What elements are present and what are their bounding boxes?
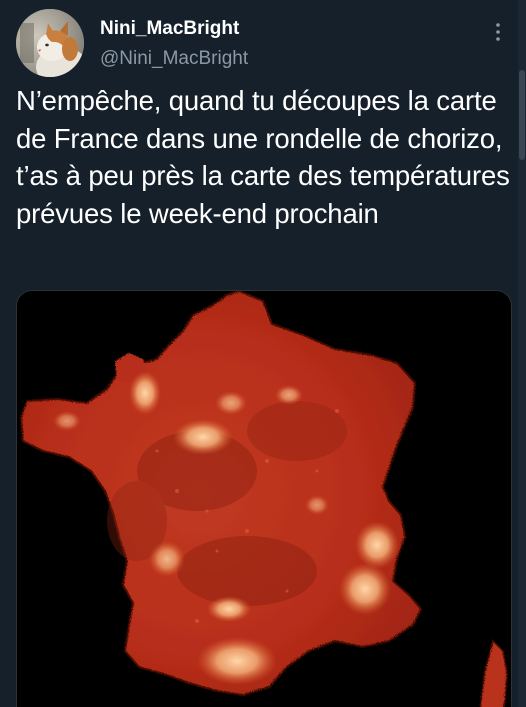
tweet: Nini_MacBright @Nini_MacBright N’empêche… [0,0,526,707]
more-vertical-icon [496,23,500,41]
tweet-media-image[interactable] [16,290,512,707]
avatar[interactable] [16,9,84,77]
more-options-button[interactable] [488,20,508,44]
tweet-text: N’empêche, quand tu découpes la carte de… [16,85,510,229]
france-map-chorizo-image [17,291,511,707]
author-handle[interactable]: @Nini_MacBright [100,47,248,71]
cat-avatar-icon [16,9,84,77]
scrollbar[interactable] [518,0,526,707]
author-display-name[interactable]: Nini_MacBright [100,17,239,41]
scrollbar-thumb[interactable] [519,70,525,160]
